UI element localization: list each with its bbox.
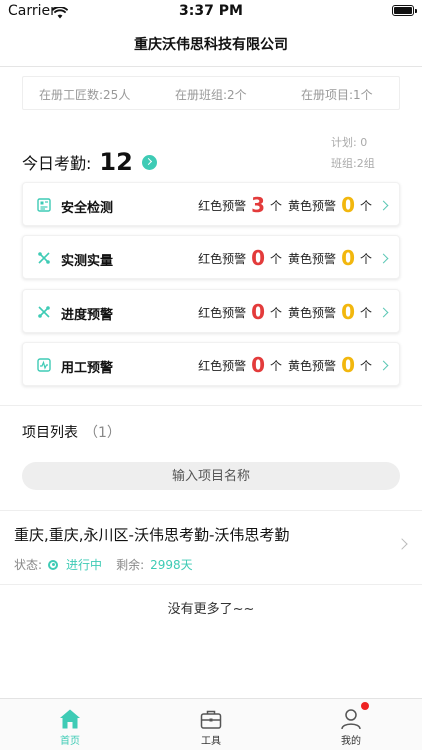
stat-workers: 在册工匠数:25人 [39,88,131,102]
attendance-count: 12 [99,148,133,176]
toolbox-icon [199,707,223,731]
unit-label: 个 [359,305,372,320]
remaining-days: 2998天 [150,558,193,572]
nav-divider [0,66,422,67]
notification-badge [361,702,369,710]
warning-name: 安全检测 [61,201,114,216]
battery-icon [392,5,417,16]
divider [0,584,422,585]
warning-counts: 红色预警 0 个 黄色预警 0 个 [198,298,389,326]
tab-home[interactable]: 首页 [30,699,110,751]
tab-label: 我的 [341,736,361,747]
unit-label: 个 [270,251,283,266]
warning-name: 进度预警 [61,308,114,323]
stat-teams: 在册班组:2个 [175,88,247,102]
red-warning-label: 红色预警 [198,251,247,266]
status-dot-icon [48,559,59,570]
registry-stats: 在册工匠数:25人 在册班组:2个 在册项目:1个 [22,76,400,110]
warning-counts: 红色预警 0 个 黄色预警 0 个 [198,244,389,272]
remaining-label: 剩余: [116,558,145,572]
labor-chart-icon [37,357,51,372]
user-icon [339,707,363,731]
warning-counts: 红色预警 0 个 黄色预警 0 个 [198,351,389,379]
warning-card-measure[interactable]: 实测实量 红色预警 0 个 黄色预警 0 个 [22,235,400,279]
red-warning-count: 0 [251,353,266,377]
unit-label: 个 [359,358,372,373]
unit-label: 个 [359,198,372,213]
yellow-warning-count: 0 [341,300,355,324]
status-value: 进行中 [66,558,103,572]
warning-counts: 红色预警 3 个 黄色预警 0 个 [198,191,389,219]
unit-label: 个 [359,251,372,266]
measure-icon [37,250,51,264]
red-warning-label: 红色预警 [198,198,247,213]
progress-icon [37,304,51,318]
chevron-right-icon [396,538,408,550]
tab-label: 首页 [60,736,80,747]
page-title: 重庆沃伟思科技有限公司 [134,37,288,53]
team-count: 班组:2组 [331,157,375,170]
yellow-warning-count: 0 [341,193,355,217]
attendance-label: 今日考勤: [22,154,92,173]
warning-name: 实测实量 [61,254,114,269]
chevron-right-icon [378,360,389,370]
stat-projects: 在册项目:1个 [301,88,373,102]
warning-card-progress[interactable]: 进度预警 红色预警 0 个 黄色预警 0 个 [22,289,400,333]
yellow-warning-count: 0 [341,246,355,270]
red-warning-label: 红色预警 [198,305,247,320]
chevron-right-icon [378,200,389,210]
tab-bar: 首页 工具 我的 [0,698,422,750]
yellow-warning-label: 黄色预警 [288,198,337,213]
project-list-count: （1） [84,425,121,441]
red-warning-label: 红色预警 [198,358,247,373]
project-list-item[interactable]: 重庆,重庆,永川区-沃伟思考勤-沃伟思考勤 状态: 进行中 剩余: 2998天 [0,512,422,584]
red-warning-count: 0 [251,300,266,324]
project-meta: 状态: 进行中 剩余: 2998天 [14,556,193,573]
yellow-warning-label: 黄色预警 [288,358,337,373]
section-divider [0,405,422,406]
chevron-right-circle-icon[interactable] [141,154,157,170]
today-attendance[interactable]: 今日考勤: 12 [22,148,157,176]
warning-card-labor[interactable]: 用工预警 红色预警 0 个 黄色预警 0 个 [22,342,400,386]
tab-mine[interactable]: 我的 [311,699,391,751]
warning-card-safety[interactable]: 安全检测 红色预警 3 个 黄色预警 0 个 [22,182,400,226]
unit-label: 个 [270,305,283,320]
tab-tools[interactable]: 工具 [171,699,251,751]
red-warning-count: 3 [251,193,266,217]
divider [0,510,422,511]
project-list-heading: 项目列表 （1） [22,422,121,442]
yellow-warning-label: 黄色预警 [288,305,337,320]
safety-check-icon [37,197,51,212]
tab-label: 工具 [201,736,221,747]
chevron-right-icon [378,253,389,263]
home-icon [58,707,82,731]
chevron-right-icon [378,307,389,317]
yellow-warning-count: 0 [341,353,355,377]
unit-label: 个 [270,358,283,373]
project-name: 重庆,重庆,永川区-沃伟思考勤-沃伟思考勤 [14,526,290,544]
plan-count: 计划: 0 [331,136,368,149]
clock: 3:37 PM [179,3,243,19]
warning-name: 用工预警 [61,361,114,376]
unit-label: 个 [270,198,283,213]
yellow-warning-label: 黄色预警 [288,251,337,266]
no-more-text: 没有更多了~~ [167,602,255,617]
status-bar: Carrier 3:37 PM [0,0,422,24]
project-list-title: 项目列表 [22,425,78,441]
red-warning-count: 0 [251,246,266,270]
status-label: 状态: [14,558,43,572]
project-search-input[interactable] [22,462,400,490]
